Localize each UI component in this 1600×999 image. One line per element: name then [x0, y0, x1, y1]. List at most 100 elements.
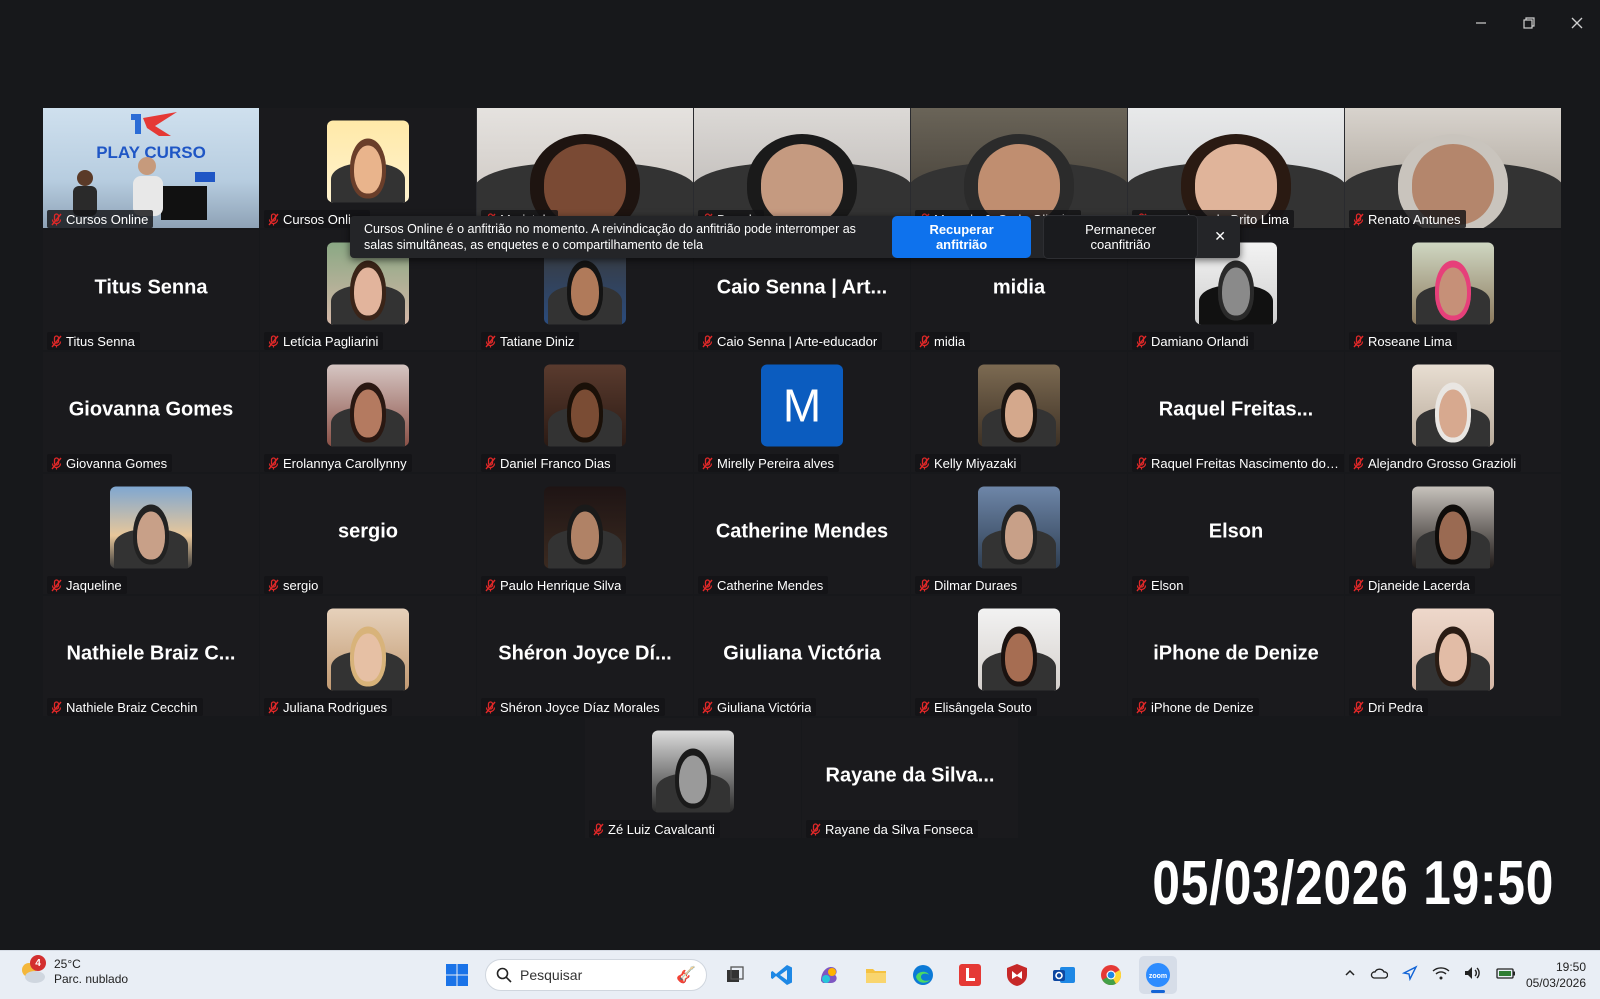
participant-tile[interactable]: Kelly Miyazaki [911, 352, 1127, 472]
volume-icon[interactable] [1464, 966, 1482, 984]
onedrive-icon[interactable] [1370, 967, 1389, 983]
minimize-button[interactable] [1468, 12, 1494, 34]
participant-name: Shéron Joyce Díaz Morales [500, 699, 660, 715]
participant-tile[interactable]: Nathiele Braiz C... Nathiele Braiz Cecchi… [43, 596, 259, 716]
person-figure [354, 267, 382, 316]
participant-name-label: Damiano Orlandi [1132, 332, 1254, 350]
participant-tile[interactable]: Jaqueline [43, 474, 259, 594]
weather-widget[interactable]: 4 25°C Parc. nublado [18, 955, 128, 987]
zoom-button[interactable]: zoom [1139, 956, 1177, 994]
avatar [544, 364, 626, 447]
shield-icon [1007, 964, 1027, 986]
participant-name: Giovanna Gomes [66, 455, 168, 471]
restore-icon [1523, 17, 1535, 29]
participant-name-label: Nathiele Braiz Cecchin [47, 698, 203, 716]
participant-tile[interactable]: Cursos Online [260, 108, 476, 228]
person-figure [571, 267, 599, 316]
participant-tile[interactable]: Marcelo J. C. de Oliveira [911, 108, 1127, 228]
file-explorer-button[interactable] [857, 956, 895, 994]
participant-name-label: Caio Senna | Arte-educador [698, 332, 883, 350]
restore-button[interactable] [1516, 12, 1542, 34]
chrome-button[interactable] [1092, 956, 1130, 994]
participant-name-label: Paulo Henrique Silva [481, 576, 627, 594]
participant-tile[interactable]: Paulo Henrique Silva [477, 474, 693, 594]
participant-tile[interactable]: Catherine Mendes Catherine Mendes [694, 474, 910, 594]
stay-cohost-button[interactable]: Permanecer coanfitrião [1042, 215, 1199, 259]
taskbar: 4 25°C Parc. nublado Pesquisar 🎸 zoom 19… [0, 950, 1600, 999]
participant-tile[interactable]: Erolannya Carollynny [260, 352, 476, 472]
participant-tile[interactable]: Roseane Lima [1345, 230, 1561, 350]
outlook-button[interactable] [1045, 956, 1083, 994]
participant-tile[interactable]: PLAY CURSO Cursos Online [43, 108, 259, 228]
participant-tile[interactable]: Giuliana Victória Giuliana Victória [694, 596, 910, 716]
participant-tile[interactable]: sergio sergio [260, 474, 476, 594]
participant-tile[interactable]: Elisângela Souto [911, 596, 1127, 716]
taskbar-search[interactable]: Pesquisar 🎸 [485, 959, 707, 991]
taskbar-apps: Pesquisar 🎸 zoom [438, 956, 1177, 994]
participant-name: Mirelly Pereira alves [717, 455, 835, 471]
participant-tile[interactable]: Juliana Rodrigues [260, 596, 476, 716]
muted-mic-icon [1353, 334, 1364, 347]
participant-name-label: Raquel Freitas Nascimento dos ... [1132, 454, 1344, 472]
person-figure [1439, 267, 1467, 316]
muted-mic-icon [919, 456, 930, 469]
participant-tile[interactable]: Brenda [694, 108, 910, 228]
participant-tile[interactable]: Ana Clara de Brito Lima [1128, 108, 1344, 228]
l-app-button[interactable] [951, 956, 989, 994]
participant-display-name: Elson [1208, 520, 1264, 543]
close-button[interactable] [1564, 12, 1590, 34]
muted-mic-icon [1136, 456, 1147, 469]
participant-tile[interactable]: Renato Antunes [1345, 108, 1561, 228]
participant-name-label: Zé Luiz Cavalcanti [589, 820, 720, 838]
vscode-button[interactable] [763, 956, 801, 994]
muted-mic-icon [1353, 578, 1364, 591]
person-figure [1222, 267, 1250, 316]
system-clock[interactable]: 19:50 05/03/2026 [1526, 959, 1586, 991]
start-button[interactable] [438, 956, 476, 994]
battery-icon[interactable] [1496, 967, 1516, 983]
muted-mic-icon [1353, 212, 1364, 225]
mcafee-button[interactable] [998, 956, 1036, 994]
participant-name-label: Catherine Mendes [698, 576, 829, 594]
copilot-button[interactable] [810, 956, 848, 994]
participant-name-label: Daniel Franco Dias [481, 454, 616, 472]
participant-name: Nathiele Braiz Cecchin [66, 699, 198, 715]
muted-mic-icon [51, 578, 62, 591]
task-view-button[interactable] [716, 956, 754, 994]
wifi-icon[interactable] [1432, 966, 1450, 984]
person-figure [1439, 511, 1467, 560]
participant-tile[interactable]: Zé Luiz Cavalcanti [585, 718, 801, 838]
participant-display-name: Giovanna Gomes [68, 398, 234, 421]
participant-name: Giuliana Victória [717, 699, 812, 715]
participant-tile[interactable]: Alejandro Grosso Grazioli [1345, 352, 1561, 472]
muted-mic-icon [1136, 334, 1147, 347]
avatar [544, 486, 626, 569]
participant-tile[interactable]: Djaneide Lacerda [1345, 474, 1561, 594]
participant-tile[interactable]: Rayane da Silva... Rayane da Silva Fonsec… [802, 718, 1018, 838]
participant-tile[interactable]: Giovanna Gomes Giovanna Gomes [43, 352, 259, 472]
person-figure [760, 144, 844, 225]
participant-tile[interactable]: Maristela [477, 108, 693, 228]
edge-button[interactable] [904, 956, 942, 994]
participant-name: Elson [1151, 577, 1184, 593]
participant-tile[interactable]: M Mirelly Pereira alves [694, 352, 910, 472]
participant-tile[interactable]: Shéron Joyce Dí... Shéron Joyce Díaz Mora… [477, 596, 693, 716]
muted-mic-icon [702, 578, 713, 591]
muted-mic-icon [702, 456, 713, 469]
muted-mic-icon [702, 700, 713, 713]
avatar [327, 120, 409, 203]
reclaim-host-button[interactable]: Recuperar anfitrião [892, 216, 1031, 258]
participant-tile[interactable]: Raquel Freitas... Raquel Freitas Nascimen… [1128, 352, 1344, 472]
participant-tile[interactable]: Dilmar Duraes [911, 474, 1127, 594]
muted-mic-icon [51, 700, 62, 713]
notification-close-icon[interactable]: ✕ [1214, 229, 1226, 245]
participant-tile[interactable]: Elson Elson [1128, 474, 1344, 594]
location-icon[interactable] [1401, 965, 1418, 985]
participant-tile[interactable]: iPhone de Denize iPhone de Denize [1128, 596, 1344, 716]
participant-name-label: Djaneide Lacerda [1349, 576, 1475, 594]
participant-tile[interactable]: Dri Pedra [1345, 596, 1561, 716]
chevron-up-icon[interactable] [1344, 967, 1356, 983]
participant-tile[interactable]: Titus Senna Titus Senna [43, 230, 259, 350]
participant-name: Djaneide Lacerda [1368, 577, 1470, 593]
participant-tile[interactable]: Daniel Franco Dias [477, 352, 693, 472]
